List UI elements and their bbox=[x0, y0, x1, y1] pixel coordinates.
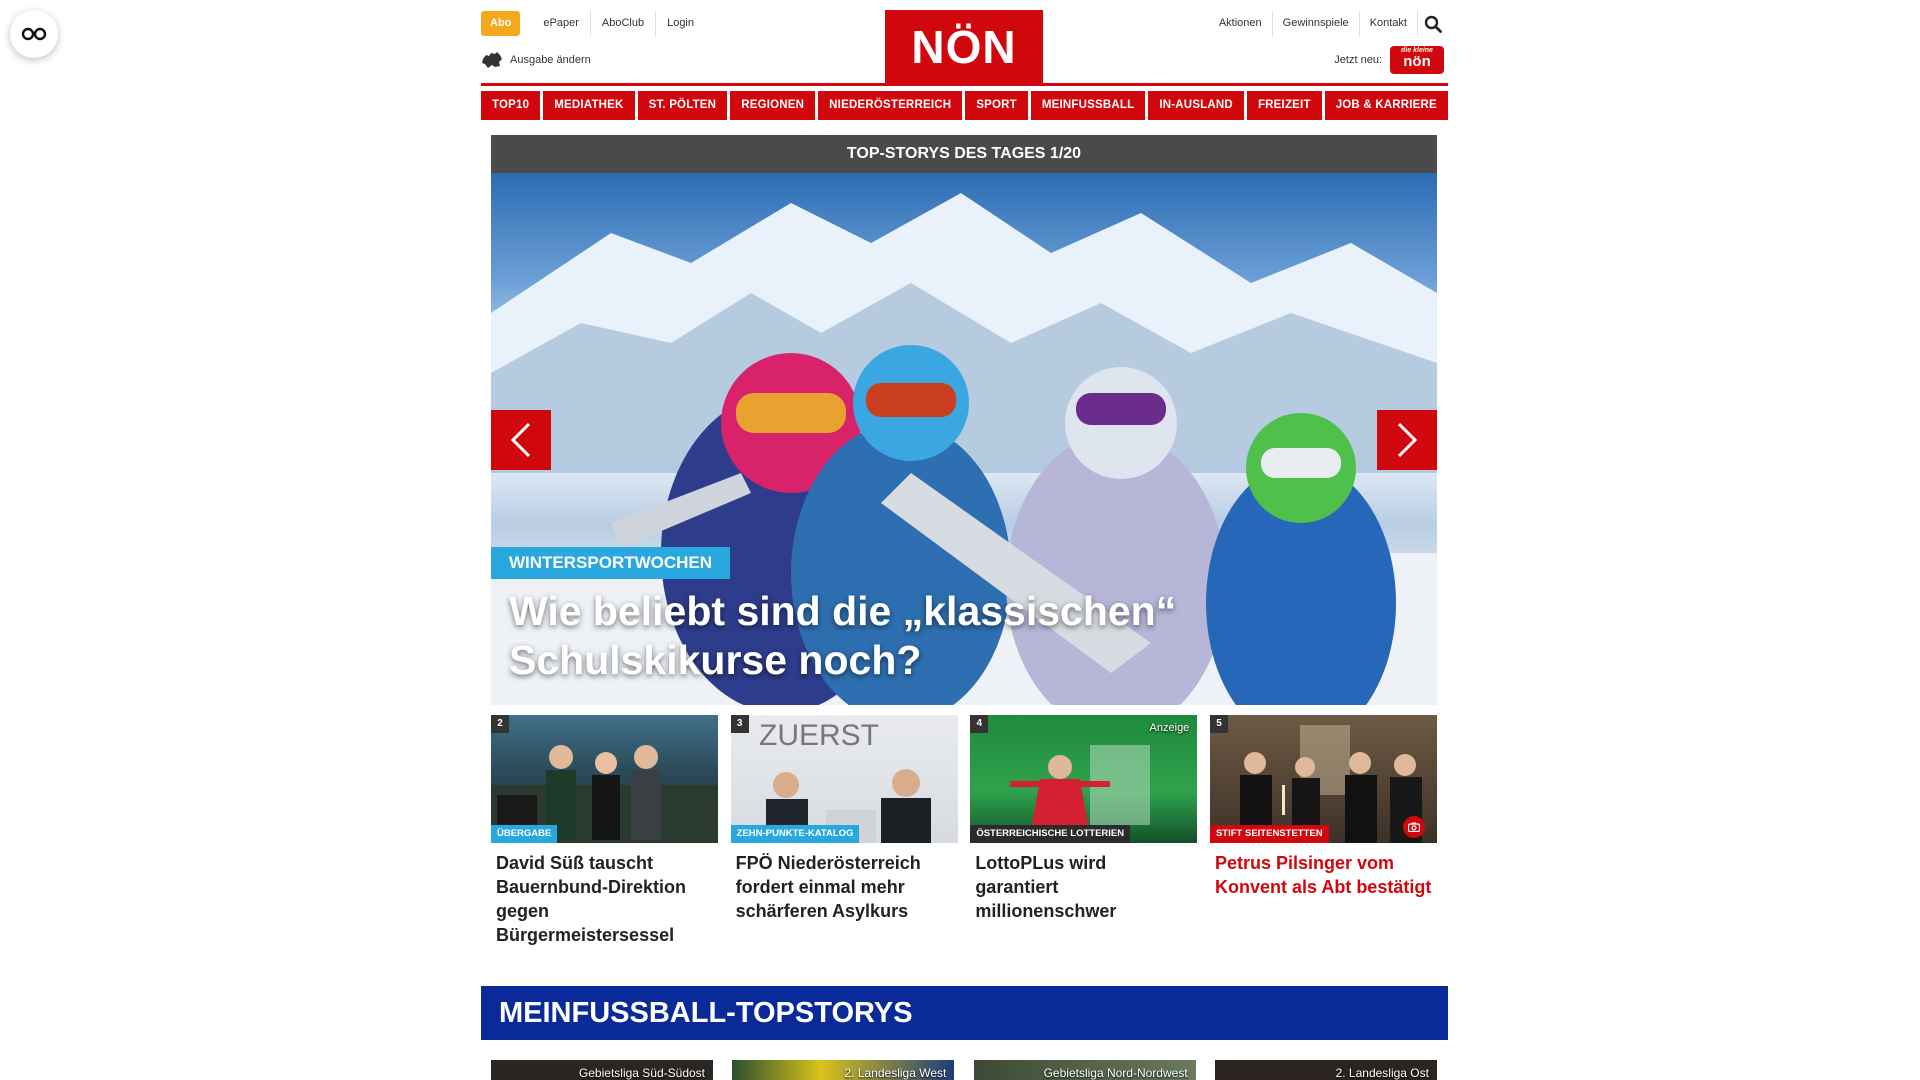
story-title[interactable]: FPÖ Niederösterreich fordert einmal mehr… bbox=[731, 843, 958, 923]
hero-headline[interactable]: Wie beliebt sind die „klassischen“ Schul… bbox=[509, 587, 1309, 685]
fussball-story-card[interactable]: 2. Landesliga Ost bbox=[1214, 1060, 1437, 1080]
story-title[interactable]: David Süß tauscht Bauernbund-Direktion g… bbox=[491, 843, 718, 947]
hero-category-tag[interactable]: WINTERSPORTWOCHEN bbox=[491, 547, 731, 579]
kleine-non-small-text: die kleine bbox=[1401, 47, 1433, 54]
story-rank: 5 bbox=[1209, 715, 1228, 733]
story-card[interactable]: 5 STIFT SEITENSTETTEN Petrus Pilsinger v… bbox=[1209, 715, 1437, 947]
nav-item-sport[interactable]: SPORT bbox=[965, 91, 1028, 120]
site-header: Abo ePaper AboClub Login Ausgabe ändern … bbox=[481, 0, 1448, 86]
story-tag[interactable]: ZEHN-PUNKTE-KATALOG bbox=[730, 825, 860, 843]
meinfussball-cards: Gebietsliga Süd-Südost 2. Landesliga Wes… bbox=[491, 1060, 1437, 1080]
story-tag[interactable]: STIFT SEITENSTETTEN bbox=[1209, 825, 1329, 843]
fussball-story-card[interactable]: Gebietsliga Nord-Nordwest bbox=[973, 1060, 1196, 1080]
top-stories-slider: TOP-STORYS DES TAGES 1/20 WINTERSPORTWOC… bbox=[491, 135, 1437, 705]
nav-item-meinfussball[interactable]: MEINFUSSBALL bbox=[1030, 91, 1146, 120]
jetzt-neu-promo: Jetzt neu: die kleine nön bbox=[1334, 46, 1444, 74]
nav-item-niederoesterreich[interactable]: NIEDERÖSTERREICH bbox=[818, 91, 963, 120]
nav-item-mediathek[interactable]: MEDIATHEK bbox=[543, 91, 635, 120]
jetzt-neu-label: Jetzt neu: bbox=[1334, 54, 1382, 66]
aktionen-link[interactable]: Aktionen bbox=[1209, 11, 1273, 36]
story-image[interactable]: 5 STIFT SEITENSTETTEN bbox=[1209, 715, 1437, 843]
change-edition-link[interactable]: Ausgabe ändern bbox=[481, 51, 591, 69]
story-card[interactable]: 4 Anzeige ÖSTERREICHISCHE LOTTERIEN Lott… bbox=[970, 715, 1198, 947]
ad-label: Anzeige bbox=[1149, 722, 1190, 734]
secondary-nav: Aktionen Gewinnspiele Kontakt bbox=[1209, 11, 1448, 36]
league-label: Gebietsliga Süd-Südost bbox=[578, 1066, 705, 1080]
accessibility-glasses-icon bbox=[21, 27, 47, 41]
change-edition-label: Ausgabe ändern bbox=[510, 54, 591, 66]
accessibility-toggle-button[interactable] bbox=[10, 10, 58, 58]
hero-story[interactable]: WINTERSPORTWOCHEN Wie beliebt sind die „… bbox=[491, 173, 1437, 705]
epaper-link[interactable]: ePaper bbox=[532, 11, 589, 36]
non-logo[interactable]: NÖN bbox=[885, 10, 1043, 84]
story-title[interactable]: LottoPLus wird garantiert millionenschwe… bbox=[970, 843, 1197, 923]
chevron-left-icon bbox=[510, 422, 531, 458]
lower-austria-map-icon bbox=[482, 52, 502, 68]
story-tag[interactable]: ÖSTERREICHISCHE LOTTERIEN bbox=[970, 825, 1131, 843]
story-tag[interactable]: ÜBERGABE bbox=[491, 825, 558, 843]
fussball-story-card[interactable]: Gebietsliga Süd-Südost bbox=[491, 1060, 713, 1080]
nav-item-regionen[interactable]: REGIONEN bbox=[730, 91, 816, 120]
story-image[interactable]: 2 ÜBERGABE bbox=[491, 715, 718, 843]
story-rank: 4 bbox=[970, 715, 989, 733]
gallery-camera-icon bbox=[1402, 816, 1425, 838]
slider-next-button[interactable] bbox=[1377, 410, 1437, 470]
header-divider bbox=[481, 83, 1448, 86]
gewinnspiele-link[interactable]: Gewinnspiele bbox=[1273, 11, 1360, 36]
slider-title: TOP-STORYS DES TAGES 1/20 bbox=[491, 135, 1437, 173]
chevron-right-icon bbox=[1397, 422, 1418, 458]
nav-item-top10[interactable]: TOP10 bbox=[481, 91, 541, 120]
league-label: 2. Landesliga Ost bbox=[1335, 1066, 1429, 1080]
nav-item-in-ausland[interactable]: IN-AUSLAND bbox=[1148, 91, 1244, 120]
abo-button[interactable]: Abo bbox=[481, 11, 521, 36]
story-title[interactable]: Petrus Pilsinger vom Konvent als Abt bes… bbox=[1210, 843, 1437, 899]
slider-prev-button[interactable] bbox=[491, 410, 551, 470]
people-photo bbox=[491, 745, 718, 843]
story-card[interactable]: 2 ÜBERGABE David Süß tauscht Bauernbund-… bbox=[491, 715, 718, 947]
login-link[interactable]: Login bbox=[655, 11, 705, 36]
story-rank: 2 bbox=[491, 715, 509, 733]
press-conference-photo: ZUERST bbox=[759, 719, 931, 843]
story-image[interactable]: ZUERST 3 ZEHN-PUNKTE-KATALOG bbox=[730, 715, 958, 843]
league-label: Gebietsliga Nord-Nordwest bbox=[1043, 1066, 1188, 1080]
story-image[interactable]: 4 Anzeige ÖSTERREICHISCHE LOTTERIEN bbox=[970, 715, 1198, 843]
nav-item-st-poelten[interactable]: ST. PÖLTEN bbox=[637, 91, 728, 120]
aboclub-link[interactable]: AboClub bbox=[589, 11, 655, 36]
league-label: 2. Landesliga West bbox=[844, 1066, 947, 1080]
main-nav: TOP10 MEDIATHEK ST. PÖLTEN REGIONEN NIED… bbox=[481, 91, 1448, 120]
meinfussball-section-title[interactable]: MEINFUSSBALL-TOPSTORYS bbox=[481, 986, 1448, 1040]
lotto-presenter-photo bbox=[1010, 745, 1151, 825]
utility-nav: Abo ePaper AboClub Login bbox=[481, 11, 705, 36]
top-story-cards: 2 ÜBERGABE David Süß tauscht Bauernbund-… bbox=[491, 715, 1437, 947]
page-container: Abo ePaper AboClub Login Ausgabe ändern … bbox=[481, 0, 1448, 1080]
kontakt-link[interactable]: Kontakt bbox=[1360, 11, 1418, 36]
kleine-non-big-text: nön bbox=[1403, 53, 1431, 70]
story-card[interactable]: ZUERST 3 ZEHN-PUNKTE-KATALOG FPÖ Niederö… bbox=[730, 715, 958, 947]
fussball-story-card[interactable]: 2. Landesliga West bbox=[732, 1060, 955, 1080]
kleine-non-logo[interactable]: die kleine nön bbox=[1390, 46, 1444, 74]
nav-item-job-karriere[interactable]: JOB & KARRIERE bbox=[1324, 91, 1448, 120]
zuerst-backdrop-text: ZUERST bbox=[759, 719, 879, 752]
nav-item-freizeit[interactable]: FREIZEIT bbox=[1246, 91, 1322, 120]
search-button[interactable] bbox=[1418, 11, 1448, 36]
search-icon bbox=[1424, 15, 1442, 33]
story-rank: 3 bbox=[730, 715, 749, 733]
